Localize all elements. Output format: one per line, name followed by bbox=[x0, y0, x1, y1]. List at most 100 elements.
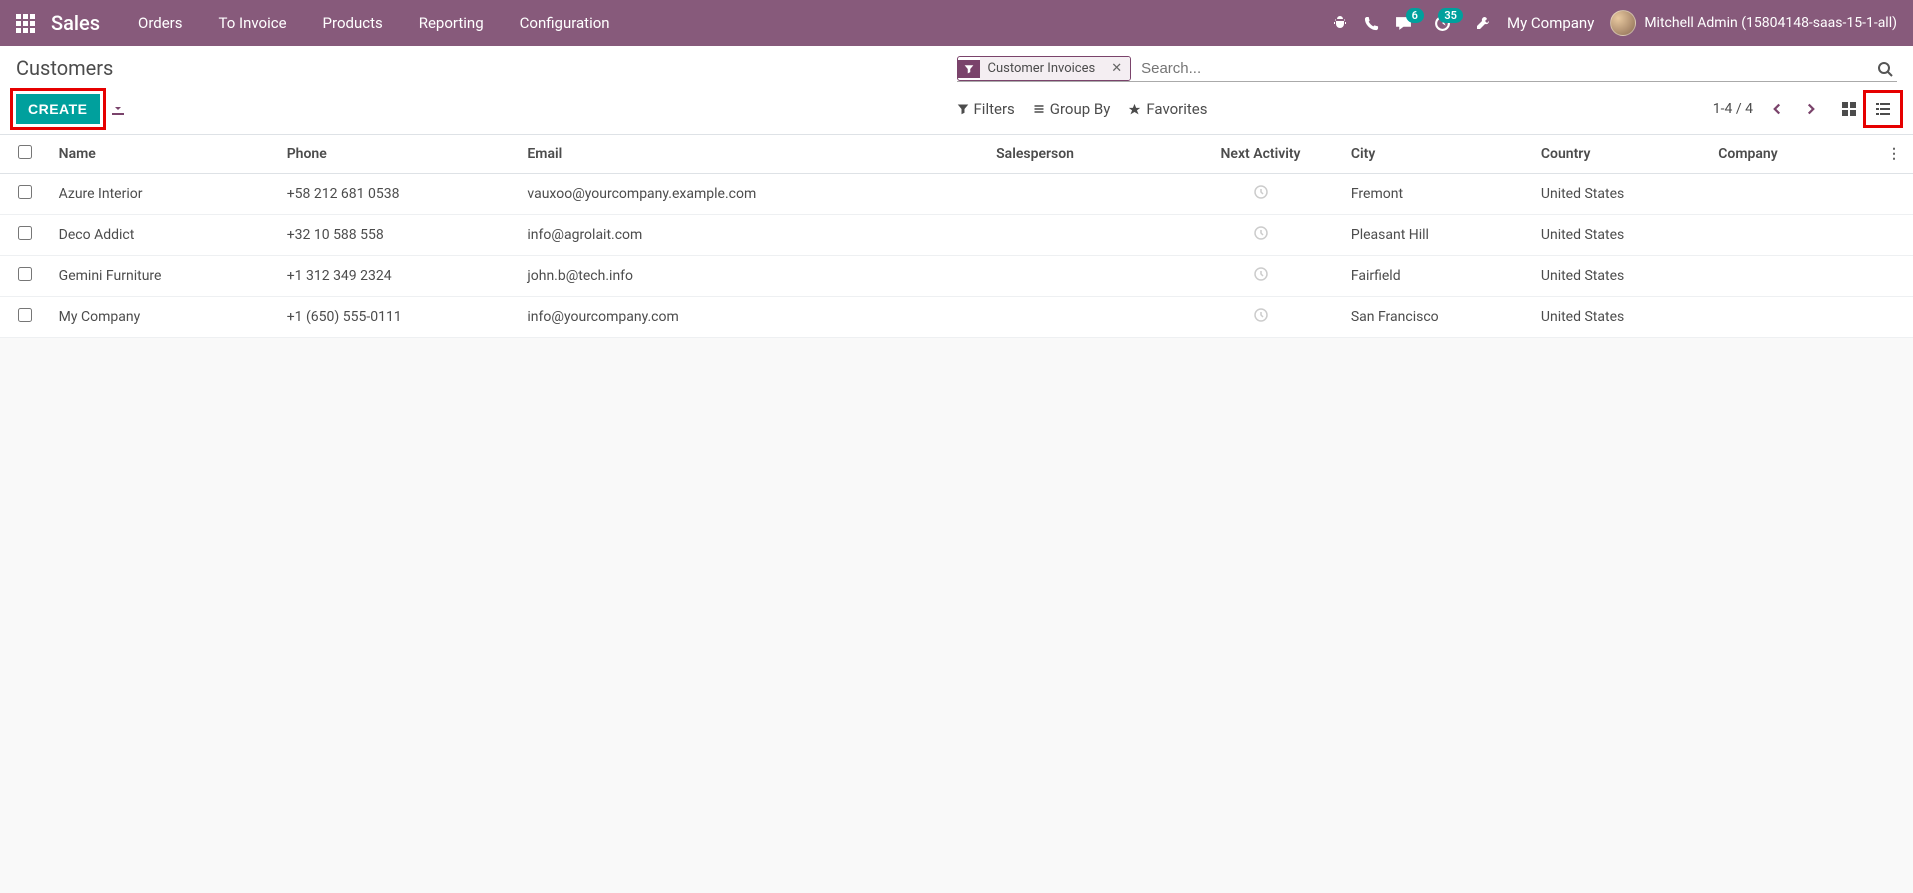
col-checkbox bbox=[0, 135, 51, 174]
cp-bottom: CREATE Filters Group By Favorites bbox=[16, 94, 1897, 124]
cell-country: United States bbox=[1533, 297, 1710, 338]
messaging-icon[interactable]: 6 bbox=[1395, 15, 1412, 32]
col-country[interactable]: Country bbox=[1533, 135, 1710, 174]
col-options: ⋮ bbox=[1875, 135, 1913, 174]
nav-orders[interactable]: Orders bbox=[124, 6, 197, 40]
column-options-icon[interactable]: ⋮ bbox=[1887, 146, 1901, 162]
navbar-left: Sales Orders To Invoice Products Reporti… bbox=[16, 6, 624, 40]
cp-left: CREATE bbox=[16, 94, 957, 124]
table-row[interactable]: Azure Interior+58 212 681 0538vauxoo@you… bbox=[0, 174, 1913, 215]
col-salesperson[interactable]: Salesperson bbox=[988, 135, 1178, 174]
row-checkbox[interactable] bbox=[18, 185, 32, 199]
company-switcher[interactable]: My Company bbox=[1507, 14, 1594, 32]
cell-activity[interactable] bbox=[1178, 215, 1343, 256]
nav-to-invoice[interactable]: To Invoice bbox=[205, 6, 301, 40]
pager-prev[interactable] bbox=[1767, 98, 1787, 120]
page-title: Customers bbox=[16, 56, 957, 80]
cell-country: United States bbox=[1533, 215, 1710, 256]
cell-salesperson bbox=[988, 215, 1178, 256]
main-navbar: Sales Orders To Invoice Products Reporti… bbox=[0, 0, 1913, 46]
apps-icon[interactable] bbox=[16, 14, 35, 33]
clock-icon[interactable] bbox=[1253, 184, 1269, 200]
search-icon[interactable] bbox=[1873, 57, 1897, 81]
groupby-button[interactable]: Group By bbox=[1033, 100, 1111, 118]
export-icon[interactable] bbox=[110, 101, 126, 117]
list-view: Name Phone Email Salesperson Next Activi… bbox=[0, 135, 1913, 338]
groupby-label: Group By bbox=[1050, 100, 1111, 118]
nav-products[interactable]: Products bbox=[309, 6, 397, 40]
cell-activity[interactable] bbox=[1178, 297, 1343, 338]
cell-email: john.b@tech.info bbox=[519, 256, 988, 297]
search-input[interactable] bbox=[1139, 56, 1873, 81]
cp-top: Customers Customer Invoices ✕ bbox=[16, 56, 1897, 82]
control-panel: Customers Customer Invoices ✕ CREATE bbox=[0, 46, 1913, 135]
customers-table: Name Phone Email Salesperson Next Activi… bbox=[0, 135, 1913, 338]
app-brand[interactable]: Sales bbox=[51, 11, 100, 35]
col-next-activity[interactable]: Next Activity bbox=[1178, 135, 1343, 174]
search-facet-label: Customer Invoices bbox=[980, 57, 1104, 80]
cell-name: Deco Addict bbox=[51, 215, 279, 256]
create-button[interactable]: CREATE bbox=[16, 94, 100, 124]
list-view-button[interactable] bbox=[1869, 96, 1897, 122]
navbar-right: 6 35 My Company Mitchell Admin (15804148… bbox=[1332, 10, 1897, 36]
cell-phone: +1 (650) 555-0111 bbox=[279, 297, 520, 338]
cell-name: My Company bbox=[51, 297, 279, 338]
filters-button[interactable]: Filters bbox=[957, 100, 1015, 118]
nav-reporting[interactable]: Reporting bbox=[405, 6, 498, 40]
cell-email: vauxoo@yourcompany.example.com bbox=[519, 174, 988, 215]
user-name: Mitchell Admin (15804148-saas-15-1-all) bbox=[1644, 15, 1897, 31]
cell-phone: +1 312 349 2324 bbox=[279, 256, 520, 297]
cell-city: Fairfield bbox=[1343, 256, 1533, 297]
user-menu[interactable]: Mitchell Admin (15804148-saas-15-1-all) bbox=[1610, 10, 1897, 36]
pager-next[interactable] bbox=[1801, 98, 1821, 120]
cell-company bbox=[1710, 215, 1875, 256]
search-area: Customer Invoices ✕ bbox=[957, 56, 1898, 82]
pager-text[interactable]: 1-4 / 4 bbox=[1713, 101, 1753, 117]
avatar bbox=[1610, 10, 1636, 36]
debug-icon[interactable] bbox=[1332, 15, 1348, 31]
cell-activity[interactable] bbox=[1178, 174, 1343, 215]
table-row[interactable]: Deco Addict+32 10 588 558info@agrolait.c… bbox=[0, 215, 1913, 256]
cell-email: info@yourcompany.com bbox=[519, 297, 988, 338]
messaging-badge: 6 bbox=[1406, 8, 1424, 23]
cell-salesperson bbox=[988, 297, 1178, 338]
filters-label: Filters bbox=[974, 100, 1015, 118]
cell-country: United States bbox=[1533, 256, 1710, 297]
kanban-view-button[interactable] bbox=[1835, 96, 1863, 122]
cp-right: Filters Group By Favorites 1-4 / 4 bbox=[957, 96, 1898, 122]
favorites-button[interactable]: Favorites bbox=[1128, 100, 1207, 118]
col-name[interactable]: Name bbox=[51, 135, 279, 174]
activities-icon[interactable]: 35 bbox=[1434, 15, 1451, 32]
clock-icon[interactable] bbox=[1253, 266, 1269, 282]
pager-block: 1-4 / 4 bbox=[1713, 96, 1897, 122]
nav-configuration[interactable]: Configuration bbox=[506, 6, 624, 40]
table-row[interactable]: Gemini Furniture+1 312 349 2324john.b@te… bbox=[0, 256, 1913, 297]
cell-company bbox=[1710, 256, 1875, 297]
nav-menu: Orders To Invoice Products Reporting Con… bbox=[124, 6, 624, 40]
col-phone[interactable]: Phone bbox=[279, 135, 520, 174]
search-facet: Customer Invoices ✕ bbox=[957, 56, 1132, 81]
cell-phone: +32 10 588 558 bbox=[279, 215, 520, 256]
search-options: Filters Group By Favorites bbox=[957, 100, 1208, 118]
clock-icon[interactable] bbox=[1253, 307, 1269, 323]
cell-activity[interactable] bbox=[1178, 256, 1343, 297]
cell-company bbox=[1710, 174, 1875, 215]
cell-phone: +58 212 681 0538 bbox=[279, 174, 520, 215]
table-row[interactable]: My Company+1 (650) 555-0111info@yourcomp… bbox=[0, 297, 1913, 338]
view-switcher bbox=[1835, 96, 1897, 122]
cell-city: Fremont bbox=[1343, 174, 1533, 215]
select-all-checkbox[interactable] bbox=[18, 145, 32, 159]
activities-badge: 35 bbox=[1438, 8, 1463, 23]
row-checkbox[interactable] bbox=[18, 267, 32, 281]
col-email[interactable]: Email bbox=[519, 135, 988, 174]
tools-icon[interactable] bbox=[1475, 15, 1491, 31]
cell-salesperson bbox=[988, 256, 1178, 297]
col-city[interactable]: City bbox=[1343, 135, 1533, 174]
row-checkbox[interactable] bbox=[18, 226, 32, 240]
row-checkbox[interactable] bbox=[18, 308, 32, 322]
col-company[interactable]: Company bbox=[1710, 135, 1875, 174]
cell-name: Gemini Furniture bbox=[51, 256, 279, 297]
phone-icon[interactable] bbox=[1364, 16, 1379, 31]
search-facet-remove[interactable]: ✕ bbox=[1103, 57, 1130, 80]
clock-icon[interactable] bbox=[1253, 225, 1269, 241]
